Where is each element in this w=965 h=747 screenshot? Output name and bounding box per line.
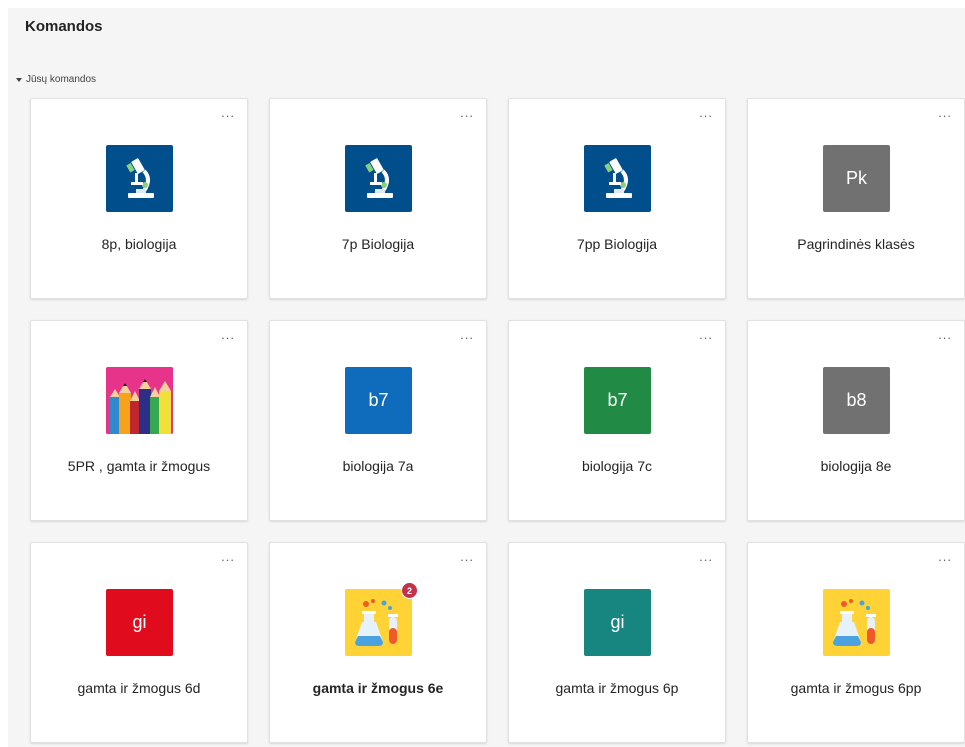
pencils-icon xyxy=(106,367,173,434)
team-card-biologija-7a[interactable]: ... b7 biologija 7a xyxy=(269,320,487,521)
team-initials: b7 xyxy=(607,390,628,410)
team-card-gamta-ir-zmogus-6d[interactable]: ... gi gamta ir žmogus 6d xyxy=(30,542,248,743)
team-name: 8p, biologija xyxy=(101,236,177,252)
team-card-8p-biologija[interactable]: ... 8p, biologija xyxy=(30,98,248,299)
more-options-button[interactable]: ... xyxy=(460,550,474,563)
team-card-gamta-ir-zmogus-6e[interactable]: ... 2 gamta ir žmogus 6e xyxy=(269,542,487,743)
section-label: Jūsų komandos xyxy=(26,74,97,85)
microscope-icon xyxy=(345,145,412,212)
section-toggle[interactable]: Jūsų komandos xyxy=(16,74,96,85)
team-initials: gi xyxy=(132,612,147,632)
flask-icon: 2 xyxy=(345,582,418,656)
team-name: 7p Biologija xyxy=(341,236,415,252)
team-name: Pagrindinės klasės xyxy=(797,236,915,252)
more-options-button[interactable]: ... xyxy=(938,106,952,119)
more-options-button[interactable]: ... xyxy=(460,106,474,119)
more-options-button[interactable]: ... xyxy=(221,550,235,563)
team-name: biologija 8e xyxy=(820,458,892,474)
team-name: biologija 7c xyxy=(581,458,653,474)
team-name: biologija 7a xyxy=(342,458,414,474)
more-options-button[interactable]: ... xyxy=(699,328,713,341)
team-avatar: b8 xyxy=(823,367,890,434)
more-options-button[interactable]: ... xyxy=(699,106,713,119)
team-initials: b8 xyxy=(846,390,867,410)
team-avatar: Pk xyxy=(823,145,890,212)
notification-badge: 2 xyxy=(401,582,418,599)
microscope-icon xyxy=(106,145,173,212)
team-avatar: b7 xyxy=(345,367,412,434)
flask-icon xyxy=(823,589,890,656)
more-options-button[interactable]: ... xyxy=(699,550,713,563)
caret-down-icon xyxy=(16,77,22,82)
more-options-button[interactable]: ... xyxy=(460,328,474,341)
more-options-button[interactable]: ... xyxy=(938,328,952,341)
more-options-button[interactable]: ... xyxy=(221,106,235,119)
team-initials: gi xyxy=(610,612,625,632)
team-card-7p-biologija[interactable]: ... 7p Biologija xyxy=(269,98,487,299)
page-title: Komandos xyxy=(25,18,103,35)
team-card-pagrindines-klases[interactable]: ... Pk Pagrindinės klasės xyxy=(747,98,965,299)
team-name: gamta ir žmogus 6p xyxy=(555,680,679,696)
team-name: gamta ir žmogus 6d xyxy=(77,680,201,696)
team-card-gamta-ir-zmogus-6p[interactable]: ... gi gamta ir žmogus 6p xyxy=(508,542,726,743)
team-initials: Pk xyxy=(845,168,867,188)
team-card-gamta-ir-zmogus-6pp[interactable]: ... gamta ir žmogus 6pp xyxy=(747,542,965,743)
microscope-icon xyxy=(584,145,651,212)
team-name: gamta ir žmogus 6e xyxy=(312,680,444,696)
team-name: gamta ir žmogus 6pp xyxy=(790,680,922,696)
team-initials: b7 xyxy=(368,390,389,410)
team-avatar: gi xyxy=(106,589,173,656)
team-name: 5PR , gamta ir žmogus xyxy=(67,458,211,474)
team-avatar: gi xyxy=(584,589,651,656)
team-card-biologija-7c[interactable]: ... b7 biologija 7c xyxy=(508,320,726,521)
more-options-button[interactable]: ... xyxy=(221,328,235,341)
more-options-button[interactable]: ... xyxy=(938,550,952,563)
teams-grid: ... 8p, biologija ... 7p Biologija ... 7… xyxy=(30,98,965,743)
teams-page: Komandos Jūsų komandos ... 8p, biologija… xyxy=(8,8,965,747)
team-card-biologija-8e[interactable]: ... b8 biologija 8e xyxy=(747,320,965,521)
team-avatar: b7 xyxy=(584,367,651,434)
team-card-5pr-gamta-ir-zmogus[interactable]: ... 5PR , gamta ir žmogus xyxy=(30,320,248,521)
team-card-7pp-biologija[interactable]: ... 7pp Biologija xyxy=(508,98,726,299)
team-name: 7pp Biologija xyxy=(576,236,658,252)
